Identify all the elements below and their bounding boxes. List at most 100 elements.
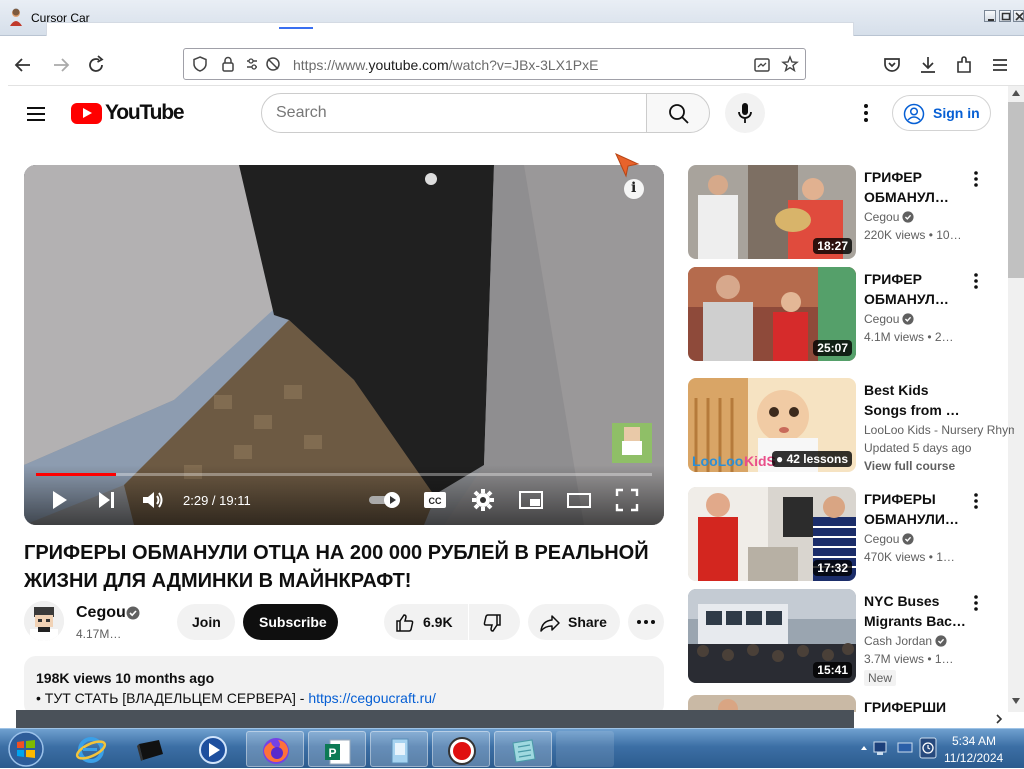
more-horizontal-icon bbox=[637, 620, 655, 624]
recommendation-title[interactable]: Best Kids Songs from … bbox=[864, 380, 994, 420]
description-box[interactable]: 198K views 10 months ago • ТУТ СТАТЬ [ВЛ… bbox=[24, 656, 664, 716]
item-menu-icon[interactable] bbox=[966, 271, 986, 291]
view-full-course-link[interactable]: View full course bbox=[864, 459, 994, 473]
chevron-right-icon[interactable] bbox=[992, 712, 1006, 726]
maximize-button[interactable] bbox=[999, 10, 1011, 22]
clock-tray-icon[interactable] bbox=[918, 737, 938, 759]
item-menu-icon[interactable] bbox=[966, 491, 986, 511]
display-icon[interactable] bbox=[896, 739, 914, 757]
taskbar-internet-explorer[interactable] bbox=[62, 731, 120, 767]
browser-toolbar: https://www.youtube.com/watch?v=JBx-3LX1… bbox=[8, 44, 1024, 86]
back-arrow-icon[interactable] bbox=[12, 54, 34, 76]
theater-mode-icon[interactable] bbox=[566, 487, 592, 513]
recommendation-channel[interactable]: Cegou bbox=[864, 532, 994, 546]
reload-icon[interactable] bbox=[85, 54, 107, 76]
taskbar-explorer[interactable] bbox=[370, 731, 428, 767]
taskbar-media-player[interactable] bbox=[184, 731, 242, 767]
settings-more-icon[interactable] bbox=[854, 101, 878, 125]
scrollbar-thumb[interactable] bbox=[1008, 102, 1024, 278]
windows-start-icon[interactable] bbox=[6, 730, 46, 768]
taskbar-terminal[interactable] bbox=[122, 731, 180, 767]
autoplay-toggle-icon[interactable] bbox=[368, 487, 402, 513]
search-button[interactable] bbox=[646, 93, 710, 133]
recommendation-views: 220K views • 10… bbox=[864, 228, 962, 242]
sign-in-button[interactable]: Sign in bbox=[892, 95, 991, 131]
horizontal-scrollbar[interactable] bbox=[16, 710, 854, 728]
browser-menu-icon[interactable] bbox=[989, 54, 1011, 76]
search-icon bbox=[669, 104, 689, 124]
video-thumbnail[interactable]: 15:41 bbox=[688, 589, 856, 683]
search-field[interactable] bbox=[261, 93, 647, 133]
reader-view-icon[interactable] bbox=[753, 56, 771, 74]
subscribe-button[interactable]: Subscribe bbox=[243, 604, 338, 640]
item-menu-icon[interactable] bbox=[966, 169, 986, 189]
lessons-badge: ● 42 lessons bbox=[772, 451, 852, 467]
channel-avatar[interactable] bbox=[24, 601, 64, 641]
like-button[interactable]: 6.9K bbox=[384, 604, 468, 640]
volume-icon[interactable] bbox=[140, 487, 166, 513]
description-link[interactable]: https://cegoucraft.ru/ bbox=[308, 690, 436, 706]
minimize-button[interactable] bbox=[984, 10, 996, 22]
taskbar-publisher[interactable]: P bbox=[308, 731, 366, 767]
recommendation-channel[interactable]: Cegou bbox=[864, 210, 994, 224]
settings-gear-icon[interactable] bbox=[470, 487, 496, 513]
recommendation-item[interactable]: LooLoo KidS ● 42 lessons Best Kids Songs f… bbox=[688, 378, 1014, 474]
pocket-icon[interactable] bbox=[881, 54, 903, 76]
recommendation-updated: Updated 5 days ago bbox=[864, 441, 972, 455]
dislike-button[interactable] bbox=[469, 604, 520, 640]
clock-time[interactable]: 5:34 AM bbox=[952, 734, 996, 748]
youtube-logo[interactable]: YouTube bbox=[71, 101, 185, 125]
clock-date[interactable]: 11/12/2024 bbox=[944, 751, 1003, 765]
join-button[interactable]: Join bbox=[177, 604, 235, 640]
video-thumbnail[interactable]: 25:07 bbox=[688, 267, 856, 361]
permissions-icon[interactable] bbox=[245, 55, 285, 73]
progress-bar[interactable] bbox=[36, 473, 652, 476]
recommendation-channel[interactable]: LooLoo Kids - Nursery Rhym bbox=[864, 423, 1014, 437]
miniplayer-icon[interactable] bbox=[518, 487, 544, 513]
taskbar-recorder[interactable] bbox=[432, 731, 490, 767]
taskbar-notes[interactable] bbox=[494, 731, 552, 767]
info-icon[interactable]: i bbox=[624, 179, 644, 199]
next-icon[interactable] bbox=[94, 487, 120, 513]
recommendation-item[interactable]: 25:07 ГРИФЕР ОБМАНУЛ… Cegou 4.1M views • … bbox=[688, 267, 1006, 363]
more-actions-button[interactable] bbox=[628, 604, 664, 640]
taskbar-firefox[interactable] bbox=[246, 731, 304, 767]
time-display: 2:29 / 19:11 bbox=[183, 493, 251, 508]
playlist-thumbnail[interactable]: LooLoo KidS ● 42 lessons bbox=[688, 378, 856, 472]
shield-icon[interactable] bbox=[191, 55, 209, 73]
video-thumbnail[interactable]: 18:27 bbox=[688, 165, 856, 259]
channel-name[interactable]: Cegou bbox=[76, 604, 126, 622]
downloads-icon[interactable] bbox=[917, 54, 939, 76]
close-window-button[interactable] bbox=[1013, 10, 1024, 22]
forward-arrow-icon[interactable] bbox=[50, 54, 72, 76]
voice-search-button[interactable] bbox=[725, 93, 765, 133]
share-button[interactable]: Share bbox=[528, 604, 620, 640]
page-scrollbar[interactable] bbox=[1008, 86, 1024, 712]
recommendation-title[interactable]: ГРИФЕРШИ bbox=[864, 697, 994, 712]
captions-icon[interactable]: CC bbox=[422, 487, 448, 513]
fullscreen-icon[interactable] bbox=[614, 487, 640, 513]
address-bar[interactable]: https://www.youtube.com/watch?v=JBx-3LX1… bbox=[183, 48, 806, 80]
tab-strip[interactable] bbox=[46, 22, 854, 36]
view-count-date: 198K views 10 months ago bbox=[36, 670, 215, 686]
video-thumbnail[interactable]: 17:32 bbox=[688, 487, 856, 581]
recommendation-channel[interactable]: Cash Jordan bbox=[864, 634, 994, 648]
play-icon[interactable] bbox=[46, 487, 72, 513]
recommendation-channel[interactable]: Cegou bbox=[864, 312, 994, 326]
hamburger-menu-icon[interactable] bbox=[24, 102, 48, 126]
item-menu-icon[interactable] bbox=[966, 593, 986, 613]
tray-expand-icon[interactable] bbox=[858, 741, 868, 755]
recommendation-item[interactable]: 15:41 NYC Buses Migrants Bac… Cash Jordan… bbox=[688, 589, 1006, 686]
taskbar-empty-slot[interactable] bbox=[556, 731, 614, 767]
lock-icon[interactable] bbox=[219, 55, 237, 73]
svg-text:P: P bbox=[328, 746, 336, 760]
search-input[interactable] bbox=[276, 102, 626, 124]
url-text[interactable]: https://www.youtube.com/watch?v=JBx-3LX1… bbox=[293, 57, 598, 73]
recommendation-item[interactable]: 17:32 ГРИФЕРЫ ОБМАНУЛИ… Cegou 470K views … bbox=[688, 487, 1006, 583]
extensions-icon[interactable] bbox=[953, 54, 975, 76]
network-icon[interactable] bbox=[872, 739, 890, 757]
bookmark-star-icon[interactable] bbox=[781, 55, 799, 73]
recommendation-item[interactable]: 18:27 ГРИФЕР ОБМАНУЛ… Cegou 220K views • … bbox=[688, 165, 1006, 261]
video-player[interactable]: i 2:29 / 19:11 CC bbox=[24, 165, 664, 525]
recommendation-views: 4.1M views • 2… bbox=[864, 330, 954, 344]
